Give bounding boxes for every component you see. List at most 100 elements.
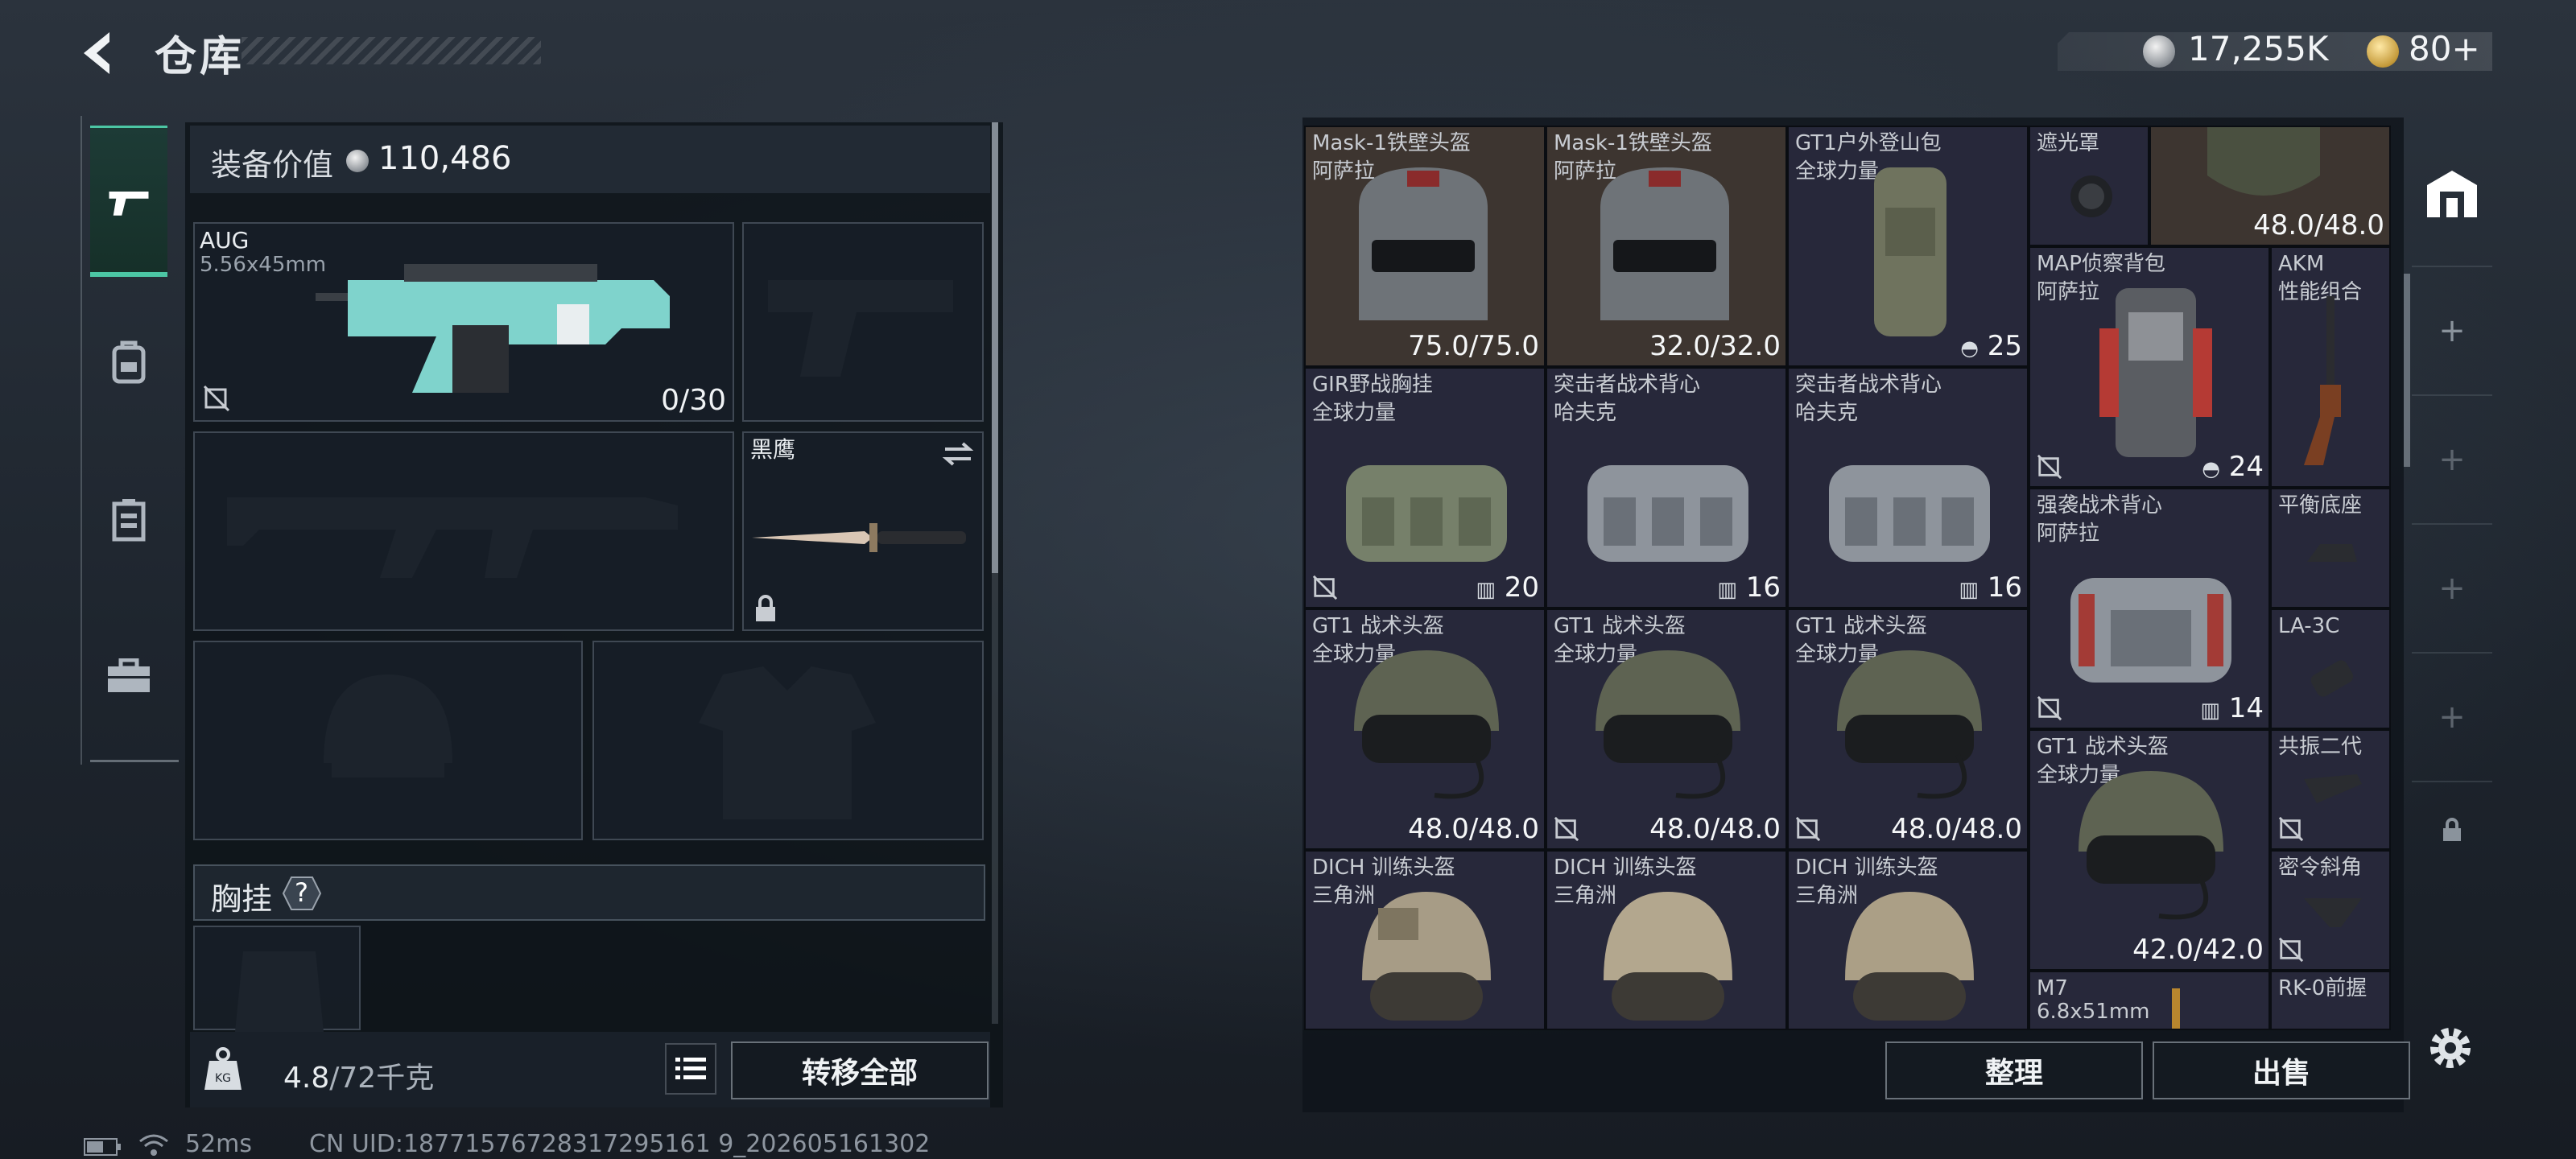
helmet-slot[interactable] [193, 641, 583, 840]
tactical-helmet-icon [1596, 650, 1740, 799]
add-storage-button-4[interactable]: + [2412, 652, 2492, 781]
locked-storage[interactable] [2412, 781, 2492, 877]
chest-rig-slot[interactable] [193, 926, 361, 1032]
helmet-partial-icon [2207, 127, 2320, 196]
secondary-rifle-slot[interactable] [193, 431, 734, 631]
item-name: GIR野战胸挂 [1312, 373, 1433, 397]
gold-coin-icon [2367, 35, 2399, 68]
item-name: 共振二代 [2278, 735, 2363, 759]
primary-weapon-name: AUG [200, 227, 250, 254]
transfer-all-button[interactable]: 转移全部 [731, 1041, 989, 1099]
list-icon [675, 1058, 706, 1079]
gold-currency-amount[interactable]: 80+ [2409, 29, 2480, 68]
inventory-item[interactable]: 共振二代 [2270, 729, 2391, 850]
inventory-item[interactable]: DICH 训练头盔 三角洲 [1304, 850, 1546, 1030]
item-name: GT1 战术头盔 [1554, 614, 1686, 638]
rig-icon: ▥ [1717, 578, 1737, 602]
no-insurance-icon [1312, 575, 1338, 600]
equipment-scrollbar-thumb[interactable] [992, 122, 998, 573]
inventory-item[interactable]: GT1 战术头盔 全球力量 48.0/48.0 [1787, 608, 2029, 850]
help-label: ? [295, 877, 308, 908]
nav-item-rig[interactable] [90, 448, 167, 592]
item-name: 突击者战术背心 [1554, 373, 1701, 397]
secondary-weapon-slot[interactable] [742, 222, 984, 422]
primary-weapon-ammo-count: 0/30 [661, 384, 726, 417]
nav-item-case[interactable] [90, 604, 167, 749]
inventory-scrollbar[interactable] [2404, 274, 2410, 467]
tactical-helmet-icon [2079, 771, 2223, 920]
gear-icon[interactable] [2425, 1022, 2476, 1074]
item-name: MAP侦察背包 [2037, 252, 2165, 276]
back-arrow-icon[interactable] [77, 29, 129, 77]
page-title: 仓库 [155, 33, 246, 81]
inventory-item[interactable]: GIR野战胸挂 全球力量 ▥ 20 [1304, 367, 1546, 608]
inventory-item[interactable]: GT1户外登山包 全球力量 ◓ 25 [1787, 126, 2029, 367]
inventory-item[interactable]: 平衡底座 [2270, 488, 2391, 608]
inventory-item[interactable]: DICH 训练头盔 三角洲 [1787, 850, 2029, 1030]
inventory-item[interactable]: GT1 战术头盔 全球力量 48.0/48.0 [1304, 608, 1546, 850]
item-capacity: ◓ 24 [2202, 451, 2264, 483]
item-name: Mask-1铁壁头盔 [1312, 131, 1471, 155]
sell-button[interactable]: 出售 [2153, 1041, 2410, 1099]
item-durability: 48.0/48.0 [1891, 813, 2022, 845]
add-storage-button-1[interactable]: + [2412, 266, 2492, 394]
inventory-item[interactable]: 密令斜角 [2270, 850, 2391, 971]
swap-icon[interactable] [942, 441, 974, 467]
item-capacity-value: 14 [2228, 692, 2264, 724]
tactical-helmet-icon [1354, 650, 1499, 799]
pistol-silhouette-icon [768, 280, 953, 377]
inventory-item[interactable]: AKM 性能组合 [2270, 246, 2391, 488]
list-view-button[interactable] [665, 1043, 716, 1095]
svg-text:KG: KG [215, 1072, 231, 1085]
rig-icon: ▥ [1476, 578, 1496, 602]
nav-divider [90, 760, 179, 762]
recon-backpack-icon [2099, 288, 2212, 457]
inventory-item[interactable]: 48.0/48.0 [2149, 126, 2391, 246]
plus-icon: + [2438, 699, 2466, 736]
item-capacity-value: 16 [1745, 571, 1781, 604]
inventory-item[interactable]: RK-0前握 [2270, 971, 2391, 1030]
help-icon[interactable]: ? [282, 876, 322, 911]
armor-slot[interactable] [592, 641, 984, 840]
melee-slot[interactable]: 黑鹰 [742, 431, 984, 631]
inventory-item[interactable]: GT1 战术头盔 全球力量 42.0/42.0 [2029, 729, 2270, 971]
rig-icon: ▥ [1959, 578, 1979, 602]
silver-coin-icon [2143, 35, 2175, 68]
inventory-item[interactable]: 遮光罩 [2029, 126, 2149, 246]
inventory-item[interactable]: DICH 训练头盔 三角洲 [1546, 850, 1787, 1030]
item-capacity: ▥ 16 [1959, 571, 2022, 604]
inventory-item[interactable]: GT1 战术头盔 全球力量 48.0/48.0 [1546, 608, 1787, 850]
nav-item-backpack[interactable] [90, 290, 167, 435]
assault-vest-icon [2070, 578, 2231, 683]
item-name: DICH 训练头盔 [1312, 856, 1455, 880]
inventory-item[interactable]: Mask-1铁壁头盔 阿萨拉 75.0/75.0 [1304, 126, 1546, 367]
item-capacity-value: 16 [1987, 571, 2022, 604]
training-helmet-icon [1604, 892, 1732, 1021]
laser-module-icon [2310, 660, 2354, 697]
primary-weapon-ammo: 5.56x45mm [200, 253, 327, 277]
add-storage-button-2[interactable]: + [2412, 394, 2492, 523]
inventory-item[interactable]: 突击者战术背心 哈夫克 ▥ 16 [1787, 367, 2029, 608]
inventory-item[interactable]: 突击者战术背心 哈夫克 ▥ 16 [1546, 367, 1787, 608]
warehouse-icon [2427, 171, 2477, 217]
inventory-item[interactable]: 强袭战术背心 阿萨拉 ▥ 14 [2029, 488, 2270, 729]
plus-icon: + [2438, 570, 2466, 607]
sort-button[interactable]: 整理 [1885, 1041, 2143, 1099]
helmet-silhouette-icon [324, 674, 452, 777]
inventory-item[interactable]: LA-3C [2270, 608, 2391, 729]
inventory-item[interactable]: M7 6.8x51mm [2029, 971, 2270, 1030]
item-name: 突击者战术背心 [1795, 373, 1942, 397]
item-name: GT1 战术头盔 [1795, 614, 1927, 638]
warehouse-tab[interactable] [2412, 121, 2492, 266]
no-insurance-icon [2278, 937, 2304, 963]
nav-item-weapon[interactable] [90, 126, 167, 277]
inventory-item[interactable]: Mask-1铁壁头盔 阿萨拉 32.0/32.0 [1546, 126, 1787, 367]
item-name: GT1户外登山包 [1795, 131, 1942, 155]
inventory-item[interactable]: MAP侦察背包 阿萨拉 ◓ 24 [2029, 246, 2270, 488]
lens-hood-icon [2070, 175, 2112, 217]
item-origin: 阿萨拉 [2037, 280, 2100, 304]
item-durability: 32.0/32.0 [1649, 330, 1781, 362]
add-storage-button-3[interactable]: + [2412, 523, 2492, 652]
item-name: AKM [2278, 252, 2325, 276]
primary-weapon-slot[interactable]: AUG 5.56x45mm 0/30 [193, 222, 734, 422]
